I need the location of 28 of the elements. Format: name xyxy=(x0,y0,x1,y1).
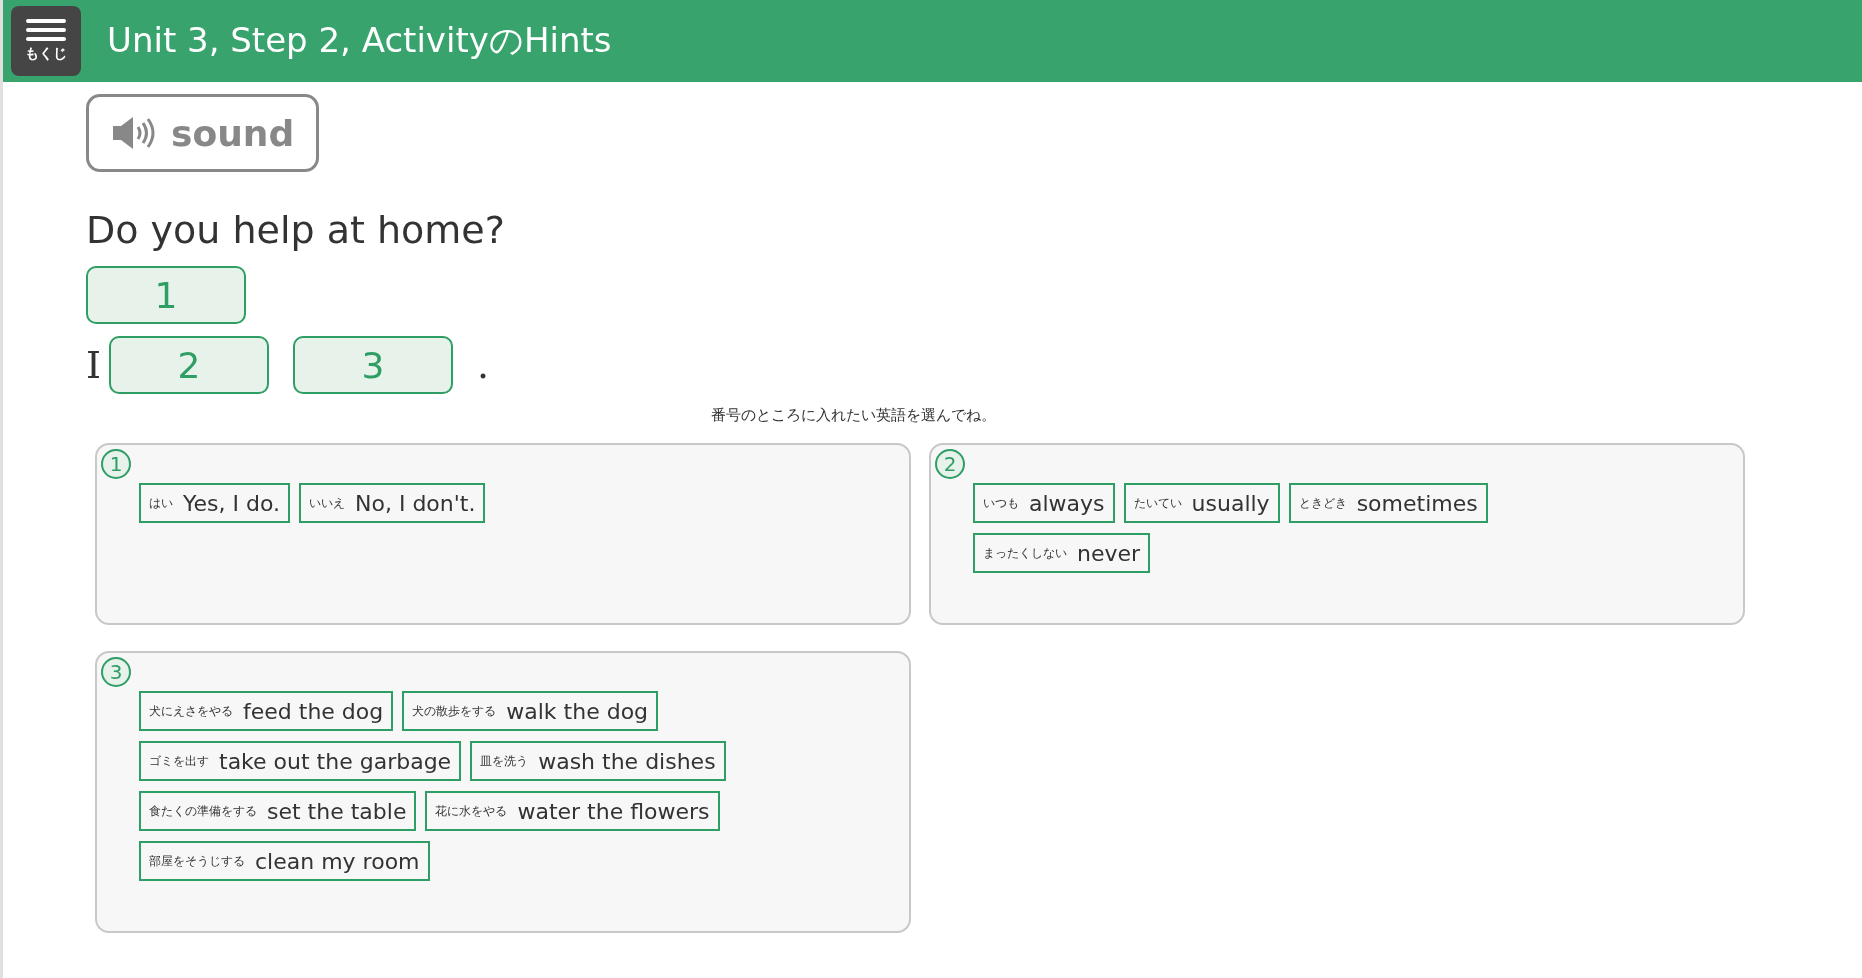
number-badge: 2 xyxy=(935,449,965,479)
choice-chip[interactable]: はい Yes, I do. xyxy=(139,483,290,523)
menu-icon xyxy=(26,19,66,41)
choice-chip[interactable]: 花に水をやる water the flowers xyxy=(425,791,720,831)
answer-blank: 1 xyxy=(86,266,246,324)
choice-chip[interactable]: 犬の散歩をする walk the dog xyxy=(402,691,659,731)
sound-button[interactable]: sound xyxy=(86,94,320,172)
choice-chip[interactable]: 食たくの準備をする set the table xyxy=(139,791,417,831)
sentence-word: . xyxy=(477,343,490,387)
answer-blank: 3 xyxy=(293,336,453,394)
sentence-word: I xyxy=(86,343,101,387)
choice-chip[interactable]: まったくしない never xyxy=(973,533,1151,573)
question-text: Do you help at home? xyxy=(86,208,506,252)
choice-chip[interactable]: 部屋をそうじする clean my room xyxy=(139,841,430,881)
choice-chip[interactable]: ゴミを出す take out the garbage xyxy=(139,741,462,781)
choice-chip[interactable]: いいえ No, I don't. xyxy=(299,483,486,523)
menu-button[interactable]: もくじ xyxy=(11,6,81,76)
choice-chip[interactable]: 犬にえさをやる feed the dog xyxy=(139,691,394,731)
answer-blank: 2 xyxy=(109,336,269,394)
instruction-text: 番号のところに入れたい英語を選んでね。 xyxy=(710,406,996,424)
choice-chip[interactable]: 皿を洗う wash the dishes xyxy=(470,741,726,781)
number-badge: 3 xyxy=(101,657,131,687)
page-title: Unit 3, Step 2, ActivityのHints xyxy=(107,19,612,62)
choice-chip[interactable]: たいてい usually xyxy=(1123,483,1280,523)
speaker-icon xyxy=(111,115,157,151)
number-badge: 1 xyxy=(101,449,131,479)
choice-chip[interactable]: ときどき sometimes xyxy=(1288,483,1488,523)
choice-chip[interactable]: いつも always xyxy=(973,483,1115,523)
